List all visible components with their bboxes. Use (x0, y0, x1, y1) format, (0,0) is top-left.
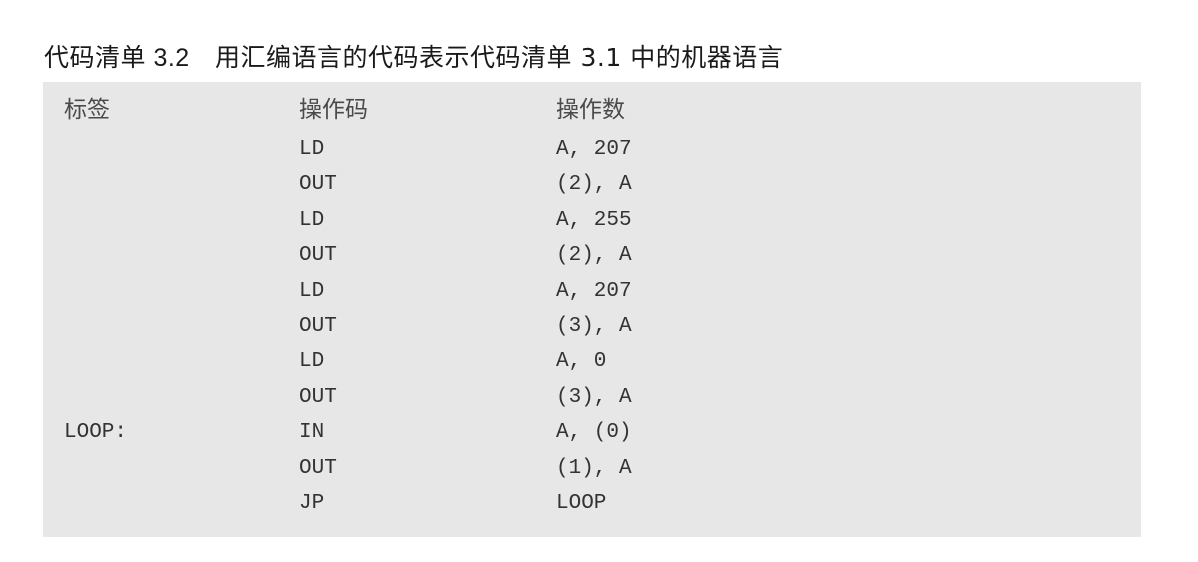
code-row: OUT (1), A (43, 454, 1141, 489)
code-row: OUT (2), A (43, 241, 1141, 276)
code-row: LOOP: IN A, (0) (43, 418, 1141, 453)
row-operand: A, (0) (556, 421, 632, 445)
row-operand: (3), A (556, 314, 632, 338)
row-opcode: OUT (299, 314, 337, 338)
row-opcode: LD (299, 208, 325, 232)
row-opcode: LD (299, 279, 325, 303)
row-operand: A, 207 (556, 138, 632, 161)
code-row: LD A, 255 (43, 206, 1141, 241)
row-operand: (3), A (556, 385, 632, 409)
code-row: LD A, 0 (43, 347, 1141, 382)
listing-header: 标签 操作码 操作数 (43, 82, 1141, 130)
row-opcode: JP (299, 491, 325, 515)
row-label: LOOP: (64, 421, 128, 445)
code-row: OUT (2), A (43, 170, 1141, 205)
row-operand: A, 0 (556, 350, 607, 374)
header-opcode: 操作码 (299, 97, 368, 123)
row-operand: A, 207 (556, 279, 632, 303)
row-operand: (1), A (556, 456, 632, 480)
row-opcode: LD (299, 138, 325, 161)
code-row: LD A, 207 (43, 277, 1141, 312)
listing-number: 代码清单 3.2 (44, 44, 190, 72)
code-row: LD A, 207 (43, 135, 1141, 170)
listing-title: 用汇编语言的代码表示代码清单 3.1 中的机器语言 (215, 43, 784, 72)
row-operand: (2), A (556, 173, 632, 197)
row-operand: LOOP (556, 491, 607, 515)
header-label: 标签 (64, 97, 110, 123)
code-listing: 标签 操作码 操作数 LD A, 207 OUT (2), A LD A, 25… (43, 82, 1141, 537)
listing-rows: LD A, 207 OUT (2), A LD A, 255 OUT (2), … (43, 135, 1141, 524)
row-opcode: OUT (299, 456, 337, 480)
code-row: JP LOOP (43, 489, 1141, 524)
row-opcode: OUT (299, 385, 337, 409)
row-operand: (2), A (556, 244, 632, 268)
listing-caption: 代码清单 3.2 用汇编语言的代码表示代码清单 3.1 中的机器语言 (44, 38, 783, 74)
row-opcode: IN (299, 421, 325, 445)
code-row: OUT (3), A (43, 383, 1141, 418)
row-opcode: OUT (299, 244, 337, 268)
row-opcode: OUT (299, 173, 337, 197)
row-operand: A, 255 (556, 208, 632, 232)
row-opcode: LD (299, 350, 325, 374)
header-operand: 操作数 (556, 97, 625, 123)
code-row: OUT (3), A (43, 312, 1141, 347)
